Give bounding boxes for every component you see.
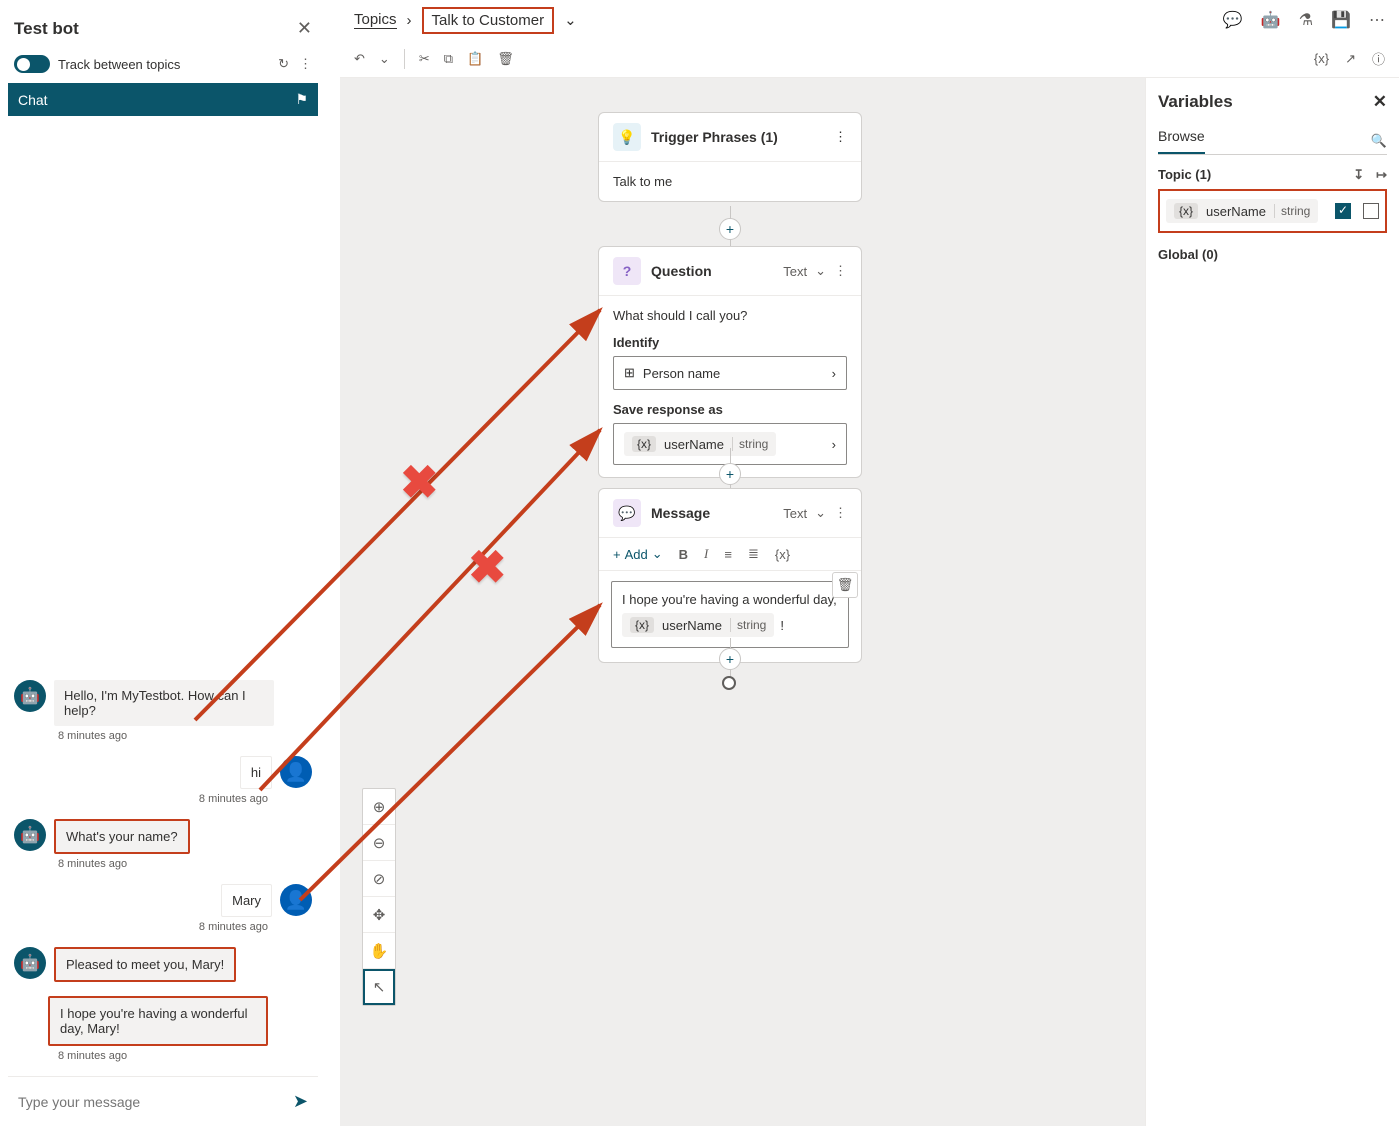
center-icon[interactable]: ✥ (363, 897, 395, 933)
user-avatar-icon: 👤 (280, 756, 312, 788)
breadcrumb-current[interactable]: Talk to Customer (422, 7, 555, 34)
bot-message: I hope you're having a wonderful day, Ma… (48, 996, 268, 1046)
user-message: Mary (221, 884, 272, 917)
chat-tab[interactable]: Chat ⚑ (8, 83, 318, 116)
variable-icon[interactable]: {x} (1314, 51, 1329, 66)
test-bot-title: Test bot (14, 19, 79, 39)
x-mark-icon: ✖ (400, 455, 439, 509)
save-icon[interactable]: 💾 (1331, 10, 1351, 30)
fit-icon[interactable]: ⊘ (363, 861, 395, 897)
timestamp: 8 minutes ago (58, 730, 318, 742)
bot-avatar-icon: 🤖 (14, 947, 46, 979)
more-icon[interactable]: ⋮ (834, 263, 847, 279)
receive-checkbox[interactable] (1335, 203, 1351, 219)
zoom-out-icon[interactable]: ⊖ (363, 825, 395, 861)
delete-icon[interactable]: 🗑 (497, 51, 514, 67)
chat-input[interactable] (18, 1094, 293, 1110)
more-icon[interactable]: ⋯ (1369, 10, 1385, 30)
question-prompt: What should I call you? (613, 308, 847, 323)
cut-icon[interactable]: ✂ (419, 51, 430, 67)
bullet-list-icon[interactable]: ≡ (724, 547, 732, 562)
breadcrumb-root[interactable]: Topics (354, 11, 397, 29)
user-avatar-icon: 👤 (280, 884, 312, 916)
bold-icon[interactable]: B (679, 547, 688, 562)
end-node (722, 676, 736, 690)
info-icon[interactable]: ⓘ (1372, 49, 1385, 68)
browse-tab[interactable]: Browse (1158, 128, 1205, 154)
variables-panel: Variables ✕ Browse 🔍 Topic (1) ↧ ↦ {x}us… (1145, 78, 1399, 1126)
variable-icon: {x} (630, 617, 654, 633)
chat-input-row: ➤ (8, 1076, 318, 1126)
message-node[interactable]: 💬Message Text ⌄ ⋮ + Add ⌄ B I ≡ ≣ {x} 🗑 … (598, 488, 862, 663)
question-icon: ? (613, 257, 641, 285)
chevron-down-icon[interactable]: ⌄ (564, 11, 577, 29)
question-node[interactable]: ?Question Text ⌄ ⋮ What should I call yo… (598, 246, 862, 478)
add-node-button[interactable]: + (719, 218, 741, 240)
copy-icon[interactable]: ⧉ (444, 51, 453, 67)
lightbulb-icon: 💡 (613, 123, 641, 151)
identify-select[interactable]: ⊞Person name › (613, 356, 847, 390)
comment-icon[interactable]: 💬 (1223, 10, 1243, 30)
more-icon[interactable]: ⋮ (834, 505, 847, 521)
timestamp: 8 minutes ago (58, 1050, 318, 1062)
search-icon[interactable]: 🔍 (1371, 133, 1387, 149)
close-icon[interactable]: ✕ (297, 18, 312, 39)
number-list-icon[interactable]: ≣ (748, 546, 759, 562)
delete-icon[interactable]: 🗑 (832, 572, 858, 598)
flag-icon[interactable]: ⚑ (295, 91, 308, 108)
add-node-button[interactable]: + (719, 463, 741, 485)
undo-dropdown-icon[interactable]: ⌄ (379, 51, 390, 67)
chevron-down-icon[interactable]: ⌄ (815, 263, 826, 279)
italic-icon[interactable]: I (704, 546, 708, 562)
more-icon[interactable]: ⋮ (299, 56, 312, 72)
bot-avatar-icon: 🤖 (14, 819, 46, 851)
zoom-in-icon[interactable]: ⊕ (363, 789, 395, 825)
trigger-node[interactable]: 💡Trigger Phrases (1) ⋮ Talk to me (598, 112, 862, 202)
timestamp: 8 minutes ago (8, 793, 268, 805)
add-button[interactable]: + Add ⌄ (613, 546, 663, 562)
bot-avatar-icon: 🤖 (14, 680, 46, 712)
bot-message: Pleased to meet you, Mary! (54, 947, 236, 982)
variable-icon[interactable]: {x} (775, 547, 790, 562)
zoom-controls: ⊕ ⊖ ⊘ ✥ ✋ ↖ (362, 788, 396, 1006)
timestamp: 8 minutes ago (8, 921, 268, 933)
chevron-right-icon: › (407, 12, 412, 29)
message-icon: 💬 (613, 499, 641, 527)
bot-message: What's your name? (54, 819, 190, 854)
bot-message: Hello, I'm MyTestbot. How can I help? (54, 680, 274, 726)
variable-icon: {x} (1174, 203, 1198, 219)
x-mark-icon: ✖ (468, 540, 507, 594)
send-icon[interactable]: ➤ (293, 1091, 308, 1112)
refresh-icon[interactable]: ↻ (278, 56, 289, 72)
trigger-phrase: Talk to me (599, 162, 861, 201)
chevron-down-icon[interactable]: ⌄ (815, 505, 826, 521)
person-icon: ⊞ (624, 365, 635, 381)
chevron-right-icon: › (832, 366, 836, 381)
pan-icon[interactable]: ✋ (363, 933, 395, 969)
chevron-right-icon: › (832, 437, 836, 452)
flask-icon[interactable]: ⚗ (1299, 10, 1313, 30)
select-icon[interactable]: ↖ (363, 969, 395, 1005)
return-checkbox[interactable] (1363, 203, 1379, 219)
variable-row[interactable]: {x}userNamestring (1158, 189, 1387, 233)
timestamp: 8 minutes ago (58, 858, 318, 870)
user-message: hi (240, 756, 272, 789)
close-icon[interactable]: ✕ (1373, 92, 1387, 112)
variable-icon: {x} (632, 436, 656, 452)
open-icon[interactable]: ↗ (1345, 51, 1356, 67)
track-label: Track between topics (58, 57, 180, 72)
more-icon[interactable]: ⋮ (834, 129, 847, 145)
chat-body: 🤖 Hello, I'm MyTestbot. How can I help? … (8, 116, 318, 1076)
receive-icon[interactable]: ↧ (1353, 167, 1364, 183)
bot-icon[interactable]: 🤖 (1261, 10, 1281, 30)
track-toggle[interactable] (14, 55, 50, 73)
paste-icon[interactable]: 📋 (467, 51, 483, 67)
return-icon[interactable]: ↦ (1376, 167, 1387, 183)
test-bot-panel: Test bot ✕ Track between topics ↻ ⋮ Chat… (8, 8, 318, 1088)
undo-icon[interactable]: ↶ (354, 51, 365, 67)
add-node-button[interactable]: + (719, 648, 741, 670)
